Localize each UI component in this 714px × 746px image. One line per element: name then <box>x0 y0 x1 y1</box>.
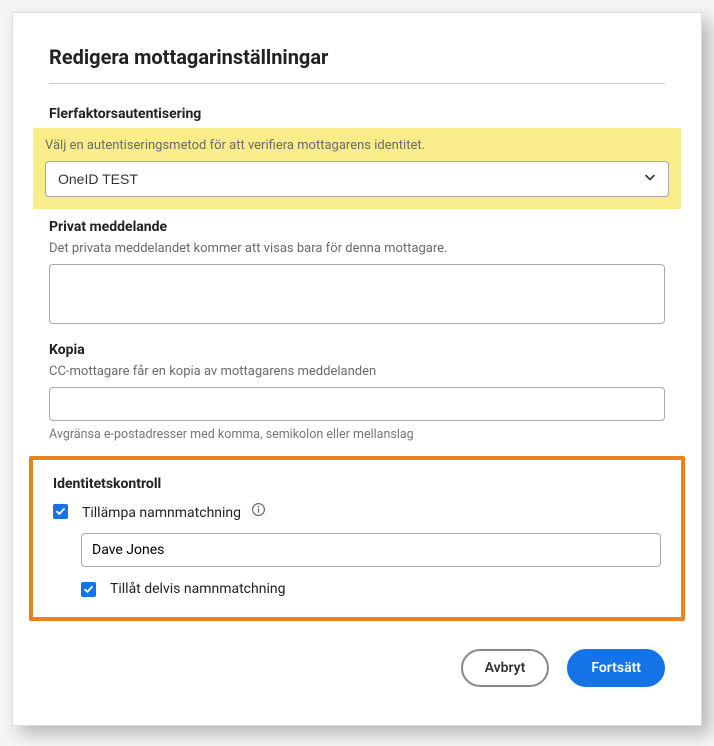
mfa-select[interactable]: OneID TEST <box>45 161 669 197</box>
allow-partial-row: Tillåt delvis namnmatchning <box>81 581 661 597</box>
mfa-highlight-region: Välj en autentiseringsmetod för att veri… <box>33 128 681 209</box>
apply-name-match-text: Tillämpa namnmatchning <box>82 505 241 521</box>
mfa-section-label: Flerfaktorsautentisering <box>49 106 665 122</box>
cc-helper: CC-mottagare får en kopia av mottagarens… <box>49 364 665 379</box>
apply-name-match-label: Tillämpa namnmatchning <box>82 502 266 521</box>
cc-hint: Avgränsa e-postadresser med komma, semik… <box>49 427 665 442</box>
allow-partial-checkbox[interactable] <box>81 582 96 597</box>
name-input-wrap <box>81 533 661 567</box>
apply-name-match-row: Tillämpa namnmatchning <box>53 502 661 521</box>
modal-title: Redigera mottagarinställningar <box>49 45 665 84</box>
name-match-input[interactable] <box>81 533 661 567</box>
recipient-settings-modal: Redigera mottagarinställningar Flerfakto… <box>12 12 702 726</box>
mfa-helper-text: Välj en autentiseringsmetod för att veri… <box>45 138 669 153</box>
modal-footer: Avbryt Fortsätt <box>49 649 665 687</box>
info-icon[interactable] <box>251 502 266 517</box>
private-message-input[interactable] <box>49 264 665 324</box>
apply-name-match-checkbox[interactable] <box>53 504 68 519</box>
private-message-label: Privat meddelande <box>49 219 665 235</box>
cancel-button[interactable]: Avbryt <box>461 649 550 687</box>
identity-control-section: Identitetskontroll Tillämpa namnmatchnin… <box>29 456 685 621</box>
continue-button[interactable]: Fortsätt <box>567 649 665 687</box>
cc-input[interactable] <box>49 387 665 421</box>
identity-label: Identitetskontroll <box>53 476 661 492</box>
allow-partial-label: Tillåt delvis namnmatchning <box>110 581 285 597</box>
cc-label: Kopia <box>49 342 665 358</box>
private-message-helper: Det privata meddelandet kommer att visas… <box>49 241 665 256</box>
mfa-select-value[interactable]: OneID TEST <box>45 161 669 197</box>
